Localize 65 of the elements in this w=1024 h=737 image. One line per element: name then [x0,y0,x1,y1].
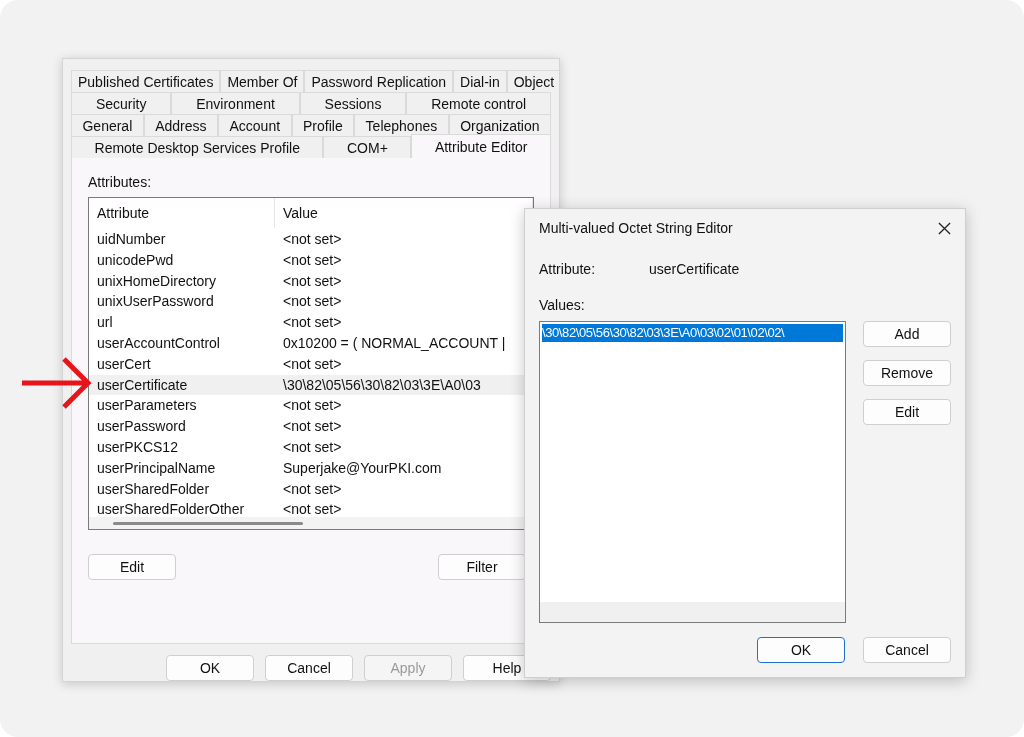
attribute-name: unixHomeDirectory [96,271,218,291]
attribute-value: <not set> [282,292,343,312]
attribute-value: <not set> [282,250,343,270]
dialog-button[interactable]: Cancel [265,655,353,681]
tab[interactable]: Password Replication [304,70,454,92]
scrollbar-thumb[interactable] [113,522,303,525]
column-header[interactable]: Attribute [89,198,275,228]
attribute-name: userSharedFolderOther [96,500,246,520]
tab[interactable]: Attribute Editor [411,134,551,158]
attribute-value: <not set> [282,417,343,437]
tab[interactable]: COM+ [323,136,412,158]
side-button[interactable]: Edit [863,399,951,425]
list-button[interactable]: Edit [88,554,176,580]
values-label: Values: [539,297,586,313]
tab[interactable]: Telephones [354,114,449,136]
tab[interactable]: Published Certificates [71,70,221,92]
attribute-name: unicodePwd [96,250,175,270]
attribute-name: url [96,313,114,333]
dialog-button[interactable]: OK [757,637,845,663]
attribute-value: userCertificate [649,261,740,277]
dialog-button[interactable]: Cancel [863,637,951,663]
attribute-value: Superjake@YourPKI.com [282,458,443,478]
side-button[interactable]: Remove [863,360,951,386]
attributes-label: Attributes: [88,174,153,190]
attribute-value: <not set> [282,354,343,374]
tab[interactable]: Account [218,114,292,136]
attribute-value: 0x10200 = ( NORMAL_ACCOUNT | [282,334,507,353]
attribute-label: Attribute: [539,261,597,277]
attribute-name: userPKCS12 [96,437,179,457]
side-button[interactable]: Add [863,321,951,347]
attribute-value: <not set> [282,437,343,457]
attribute-value: <not set> [282,396,343,416]
attribute-value: \30\82\05\56\30\82\03\3E\A0\03 [282,375,482,395]
tab[interactable]: Dial-in [453,70,507,92]
list-button[interactable]: Filter [438,554,526,580]
tab[interactable]: Profile [291,114,355,136]
attribute-name: userPassword [96,417,187,437]
attribute-value: <not set> [282,479,343,499]
scrollbar[interactable] [540,602,845,622]
tab[interactable]: General [71,114,144,136]
attribute-value: <not set> [282,230,343,249]
attribute-name: userCertificate [96,375,189,395]
attribute-name: userAccountControl [96,334,221,353]
tab[interactable]: Address [143,114,218,136]
attribute-name: userPrincipalName [96,458,217,478]
attribute-value: <not set> [282,313,343,333]
attribute-value: <not set> [282,500,343,520]
attribute-name: userCert [96,354,152,374]
attribute-name: userSharedFolder [96,479,211,499]
tab[interactable]: Object [506,70,559,92]
tab[interactable]: Member Of [220,70,305,92]
tab[interactable]: Remote control [406,92,551,114]
dialog-title: Multi-valued Octet String Editor [539,220,733,236]
arrow-icon [20,355,92,411]
attribute-name: unixUserPassword [96,292,215,312]
tab[interactable]: Environment [171,92,300,114]
attribute-name: uidNumber [96,230,167,249]
value-item[interactable]: \30\82\05\56\30\82\03\3E\A0\03\02\01\02\02\ [542,324,843,342]
attribute-name: userParameters [96,396,198,416]
dialog-button[interactable]: OK [166,655,254,681]
tab[interactable]: Security [71,92,172,114]
tab[interactable]: Sessions [299,92,407,114]
attribute-value: <not set> [282,271,343,291]
tab[interactable]: Remote Desktop Services Profile [71,136,324,158]
close-icon[interactable] [938,221,951,235]
